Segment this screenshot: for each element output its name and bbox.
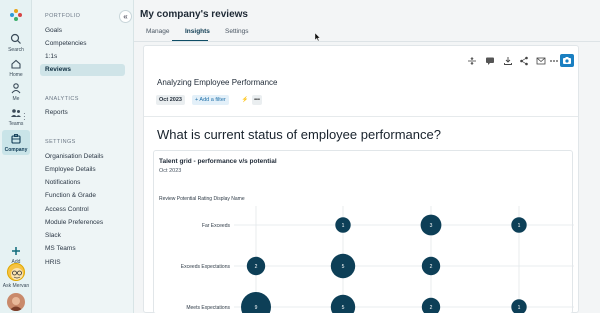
card-divider [144, 116, 578, 117]
nav-item-employee-details[interactable]: Employee Details [40, 164, 125, 176]
app-rail: Search Home Me Teams · · · Company Add Ask… [0, 0, 32, 313]
rail-home-label: Home [9, 72, 23, 78]
profile-photo-icon [9, 297, 23, 311]
chart-y-tick-label: Far Exceeds [202, 223, 231, 229]
report-title: Analyzing Employee Performance [157, 78, 278, 87]
avatar-face-icon [11, 268, 23, 280]
section-question: What is current status of employee perfo… [157, 127, 441, 142]
mouse-cursor-icon [315, 33, 321, 41]
chart-bubble-value-label: 2 [430, 264, 433, 270]
double-chevron-left-icon: « [123, 12, 128, 21]
user-avatar[interactable] [7, 263, 25, 281]
filter-more-button[interactable]: ••• [252, 95, 262, 105]
chart-bubble-value-label: 3 [430, 223, 433, 229]
chart-bubble-value-label: 9 [255, 305, 258, 311]
chart-bubble-value-label: 2 [430, 305, 433, 311]
nav-item-ms-teams[interactable]: MS Teams [40, 243, 125, 255]
tabs-divider [134, 41, 600, 42]
date-filter-chip[interactable]: Oct 2023 [156, 95, 185, 105]
nav-item-access-control[interactable]: Access Control [40, 204, 125, 216]
share-icon[interactable] [519, 56, 529, 66]
rail-teams-label: Teams [8, 121, 24, 127]
nav-item-organisation-details[interactable]: Organisation Details [40, 151, 125, 163]
nav-item-hris[interactable]: HRIS [40, 257, 125, 269]
camera-icon [563, 57, 571, 64]
plus-icon [12, 247, 20, 255]
chart-bubble-value-label: 1 [518, 223, 521, 229]
mail-icon[interactable] [536, 56, 546, 66]
nav-item-notifications[interactable]: Notifications [40, 177, 125, 189]
more-options-icon[interactable] [549, 56, 559, 66]
nav-item-module-preferences[interactable]: Module Preferences [40, 217, 125, 229]
page-title: My company's reviews [140, 9, 248, 20]
nav-item-1on1s[interactable]: 1:1s [40, 51, 125, 63]
profile-avatar[interactable] [7, 293, 25, 311]
chart-bubble-value-label: 1 [518, 305, 521, 311]
app-logo-icon[interactable] [9, 8, 23, 22]
nav-item-competencies[interactable]: Competencies [40, 38, 125, 50]
search-icon [10, 33, 21, 44]
building-icon [11, 134, 21, 144]
chart-bubble-value-label: 2 [255, 264, 258, 270]
home-icon [11, 59, 21, 69]
comment-icon[interactable] [485, 56, 495, 66]
nav-item-goals[interactable]: Goals [40, 25, 125, 37]
rail-company-label: Company [4, 147, 28, 153]
report-card: Analyzing Employee Performance Oct 2023 … [143, 45, 579, 313]
settings-section-title: SETTINGS [45, 139, 76, 145]
chart-bubble-value-label: 5 [342, 264, 345, 270]
rail-home[interactable]: Home [0, 58, 32, 78]
chart-bubble-value-label: 1 [342, 223, 345, 229]
team-icon [11, 109, 21, 117]
talent-grid-chart-card: Talent grid - performance v/s potential … [153, 150, 574, 313]
person-icon [11, 83, 21, 94]
tab-settings[interactable]: Settings [225, 28, 249, 35]
rail-search-label: Search [8, 47, 24, 53]
nav-item-reports[interactable]: Reports [40, 107, 125, 119]
snapshot-button[interactable] [560, 54, 574, 67]
collapse-nav-button[interactable]: « [119, 10, 132, 23]
lightning-icon[interactable]: ⚡ [240, 95, 250, 105]
main-content: My company's reviews Manage Insights Set… [134, 0, 600, 313]
tab-manage[interactable]: Manage [146, 28, 170, 35]
rail-add[interactable]: Add [0, 245, 32, 265]
analytics-section-title: ANALYTICS [45, 96, 79, 102]
rail-me[interactable]: Me [0, 82, 32, 102]
add-filter-button[interactable]: + Add a filter [192, 95, 229, 105]
tab-insights[interactable]: Insights [185, 28, 210, 35]
chart-bubble-value-label: 5 [342, 305, 345, 311]
chart-y-tick-label: Meets Expectations [186, 305, 230, 311]
nav-item-reviews[interactable]: Reviews [40, 64, 125, 76]
rail-user-name: Ask Mervan [0, 283, 32, 289]
rail-more-icon[interactable]: · · · [23, 110, 26, 124]
rail-me-label: Me [12, 96, 20, 102]
user-name-label: Ask Mervan [2, 283, 30, 289]
expand-vertical-icon[interactable] [467, 56, 477, 66]
rail-teams[interactable]: Teams [0, 107, 32, 127]
download-icon[interactable] [503, 56, 513, 66]
chart-y-tick-label: Exceeds Expectations [181, 264, 231, 270]
nav-item-function-grade[interactable]: Function & Grade [40, 190, 125, 202]
secondary-nav: PORTFOLIO Goals Competencies 1:1s Review… [32, 0, 134, 313]
portfolio-section-title: PORTFOLIO [45, 13, 81, 19]
nav-item-slack[interactable]: Slack [40, 230, 125, 242]
rail-company[interactable]: Company [2, 130, 30, 155]
talent-grid-chart: Far Exceeds Exceeds Expectations Meets Exp… [181, 206, 574, 313]
rail-search[interactable]: Search [0, 33, 32, 53]
